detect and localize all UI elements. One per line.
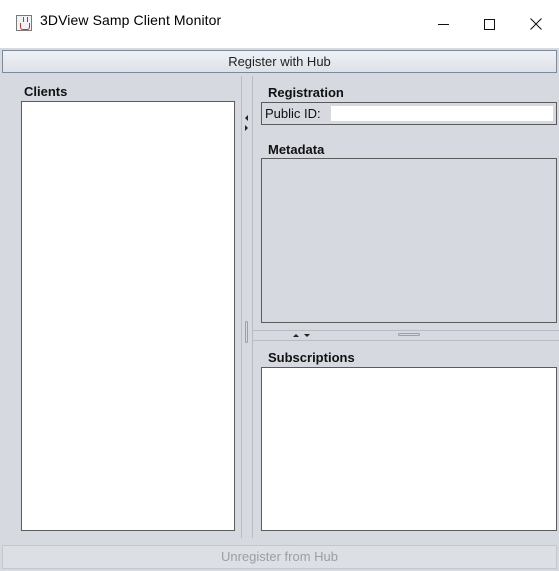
collapse-up-arrow-icon[interactable] xyxy=(293,334,299,337)
public-id-label: Public ID: xyxy=(265,106,321,121)
subscriptions-title: Subscriptions xyxy=(268,350,355,365)
vertical-split-divider[interactable] xyxy=(241,76,253,538)
maximize-button[interactable] xyxy=(466,0,512,48)
registration-title: Registration xyxy=(268,85,344,100)
window-title: 3DView Samp Client Monitor xyxy=(40,12,222,28)
register-with-hub-button[interactable]: Register with Hub xyxy=(2,50,557,73)
details-panel: Registration Public ID: Metadata Subscri… xyxy=(253,76,559,538)
horizontal-grip-icon[interactable] xyxy=(398,333,420,336)
metadata-area xyxy=(261,158,557,323)
metadata-title: Metadata xyxy=(268,142,325,157)
subscriptions-list[interactable] xyxy=(261,367,557,531)
horizontal-split-divider[interactable] xyxy=(253,330,559,341)
clients-list[interactable] xyxy=(21,101,235,531)
registration-box: Public ID: xyxy=(261,102,557,125)
expand-down-arrow-icon[interactable] xyxy=(304,334,310,337)
unregister-from-hub-button[interactable]: Unregister from Hub xyxy=(2,545,557,569)
close-button[interactable] xyxy=(513,0,559,48)
public-id-field[interactable] xyxy=(331,106,553,121)
clients-title: Clients xyxy=(24,84,68,99)
minimize-button[interactable] xyxy=(420,0,466,48)
java-cup-icon xyxy=(16,15,32,31)
close-icon xyxy=(530,18,542,30)
collapse-left-arrow-icon[interactable] xyxy=(245,115,248,121)
window-content: Register with Hub Clients Registration P… xyxy=(0,48,559,571)
title-bar: 3DView Samp Client Monitor xyxy=(0,0,559,48)
expand-right-arrow-icon[interactable] xyxy=(245,125,248,131)
vertical-grip-icon[interactable] xyxy=(245,321,248,343)
